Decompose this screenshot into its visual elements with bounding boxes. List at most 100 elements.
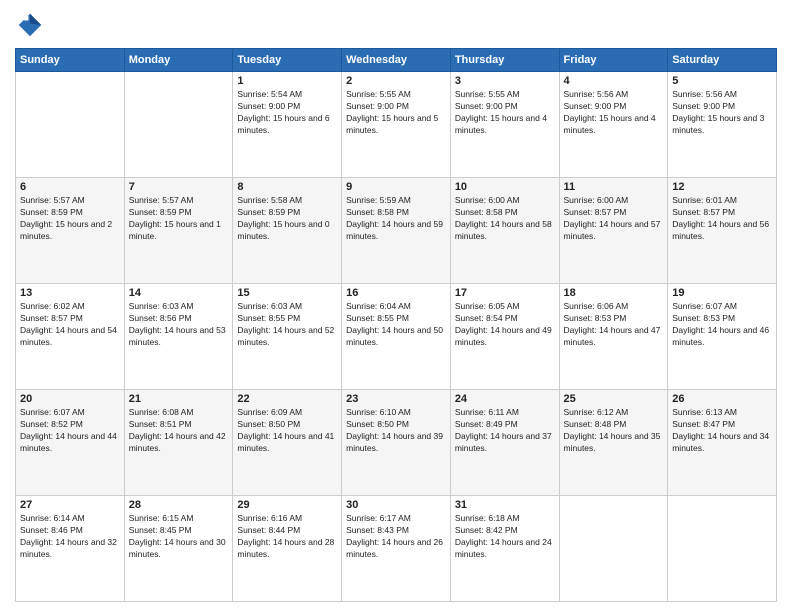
day-info: Sunrise: 6:16 AM Sunset: 8:44 PM Dayligh…: [237, 513, 337, 561]
calendar-cell: [124, 72, 233, 178]
day-number: 17: [455, 287, 555, 299]
day-info: Sunrise: 6:00 AM Sunset: 8:57 PM Dayligh…: [564, 195, 664, 243]
day-info: Sunrise: 6:07 AM Sunset: 8:53 PM Dayligh…: [672, 301, 772, 349]
day-number: 2: [346, 75, 446, 87]
calendar-cell: 1 Sunrise: 5:54 AM Sunset: 9:00 PM Daylig…: [233, 72, 342, 178]
day-header-saturday: Saturday: [668, 49, 777, 72]
calendar-cell: 9Sunrise: 5:59 AM Sunset: 8:58 PM Daylig…: [342, 178, 451, 284]
day-number: 27: [20, 499, 120, 511]
day-number: 14: [129, 287, 229, 299]
day-header-tuesday: Tuesday: [233, 49, 342, 72]
calendar-cell: 19 Sunrise: 6:07 AM Sunset: 8:53 PM Dayli…: [668, 284, 777, 390]
day-number: 23: [346, 393, 446, 405]
day-number: 28: [129, 499, 229, 511]
day-number: 18: [564, 287, 664, 299]
week-row-2: 6 Sunrise: 5:57 AM Sunset: 8:59 PM Daylig…: [16, 178, 777, 284]
day-number: 3: [455, 75, 555, 87]
day-number: 19: [672, 287, 772, 299]
page: SundayMondayTuesdayWednesdayThursdayFrid…: [0, 0, 792, 612]
day-number: 1: [237, 75, 337, 87]
calendar-header-row: SundayMondayTuesdayWednesdayThursdayFrid…: [16, 49, 777, 72]
day-number: 31: [455, 499, 555, 511]
day-info: Sunrise: 6:07 AM Sunset: 8:52 PM Dayligh…: [20, 407, 120, 455]
calendar-cell: [16, 72, 125, 178]
day-info: Sunrise: 6:04 AM Sunset: 8:55 PM Dayligh…: [346, 301, 446, 349]
calendar-cell: 14 Sunrise: 6:03 AM Sunset: 8:56 PM Dayli…: [124, 284, 233, 390]
calendar-cell: 20 Sunrise: 6:07 AM Sunset: 8:52 PM Dayli…: [16, 390, 125, 496]
day-number: 20: [20, 393, 120, 405]
calendar-cell: [559, 496, 668, 602]
day-info: Sunrise: 6:12 AM Sunset: 8:48 PM Dayligh…: [564, 407, 664, 455]
calendar-cell: 24Sunrise: 6:11 AM Sunset: 8:49 PM Dayli…: [450, 390, 559, 496]
calendar-cell: 30Sunrise: 6:17 AM Sunset: 8:43 PM Dayli…: [342, 496, 451, 602]
calendar-cell: 31 Sunrise: 6:18 AM Sunset: 8:42 PM Dayli…: [450, 496, 559, 602]
day-info: Sunrise: 6:14 AM Sunset: 8:46 PM Dayligh…: [20, 513, 120, 561]
day-info: Sunrise: 6:03 AM Sunset: 8:56 PM Dayligh…: [129, 301, 229, 349]
day-number: 22: [237, 393, 337, 405]
calendar-cell: 12 Sunrise: 6:01 AM Sunset: 8:57 PM Dayli…: [668, 178, 777, 284]
day-number: 9: [346, 181, 446, 193]
day-number: 25: [564, 393, 664, 405]
day-number: 26: [672, 393, 772, 405]
week-row-5: 27 Sunrise: 6:14 AM Sunset: 8:46 PM Dayli…: [16, 496, 777, 602]
day-info: Sunrise: 6:13 AM Sunset: 8:47 PM Dayligh…: [672, 407, 772, 455]
day-number: 30: [346, 499, 446, 511]
calendar-cell: 8 Sunrise: 5:58 AM Sunset: 8:59 PM Daylig…: [233, 178, 342, 284]
day-info: Sunrise: 5:54 AM Sunset: 9:00 PM Dayligh…: [237, 89, 337, 137]
day-info: Sunrise: 6:18 AM Sunset: 8:42 PM Dayligh…: [455, 513, 555, 561]
day-info: Sunrise: 6:01 AM Sunset: 8:57 PM Dayligh…: [672, 195, 772, 243]
day-info: Sunrise: 6:03 AM Sunset: 8:55 PM Dayligh…: [237, 301, 337, 349]
day-info: Sunrise: 5:58 AM Sunset: 8:59 PM Dayligh…: [237, 195, 337, 243]
header: [15, 10, 777, 40]
day-header-thursday: Thursday: [450, 49, 559, 72]
calendar-cell: 2 Sunrise: 5:55 AM Sunset: 9:00 PM Daylig…: [342, 72, 451, 178]
day-info: Sunrise: 5:55 AM Sunset: 9:00 PM Dayligh…: [455, 89, 555, 137]
day-number: 6: [20, 181, 120, 193]
day-info: Sunrise: 6:08 AM Sunset: 8:51 PM Dayligh…: [129, 407, 229, 455]
day-info: Sunrise: 6:06 AM Sunset: 8:53 PM Dayligh…: [564, 301, 664, 349]
week-row-3: 13 Sunrise: 6:02 AM Sunset: 8:57 PM Dayli…: [16, 284, 777, 390]
calendar-cell: 11Sunrise: 6:00 AM Sunset: 8:57 PM Dayli…: [559, 178, 668, 284]
day-info: Sunrise: 5:57 AM Sunset: 8:59 PM Dayligh…: [20, 195, 120, 243]
day-info: Sunrise: 5:56 AM Sunset: 9:00 PM Dayligh…: [564, 89, 664, 137]
day-number: 13: [20, 287, 120, 299]
day-info: Sunrise: 5:55 AM Sunset: 9:00 PM Dayligh…: [346, 89, 446, 137]
calendar-cell: 28 Sunrise: 6:15 AM Sunset: 8:45 PM Dayli…: [124, 496, 233, 602]
day-info: Sunrise: 5:57 AM Sunset: 8:59 PM Dayligh…: [129, 195, 229, 243]
week-row-1: 1 Sunrise: 5:54 AM Sunset: 9:00 PM Daylig…: [16, 72, 777, 178]
calendar-cell: 16Sunrise: 6:04 AM Sunset: 8:55 PM Dayli…: [342, 284, 451, 390]
day-header-wednesday: Wednesday: [342, 49, 451, 72]
calendar-cell: 27 Sunrise: 6:14 AM Sunset: 8:46 PM Dayli…: [16, 496, 125, 602]
calendar-table: SundayMondayTuesdayWednesdayThursdayFrid…: [15, 48, 777, 602]
day-header-friday: Friday: [559, 49, 668, 72]
day-info: Sunrise: 6:10 AM Sunset: 8:50 PM Dayligh…: [346, 407, 446, 455]
calendar-cell: 15Sunrise: 6:03 AM Sunset: 8:55 PM Dayli…: [233, 284, 342, 390]
calendar-cell: 18 Sunrise: 6:06 AM Sunset: 8:53 PM Dayli…: [559, 284, 668, 390]
day-info: Sunrise: 6:15 AM Sunset: 8:45 PM Dayligh…: [129, 513, 229, 561]
day-info: Sunrise: 5:56 AM Sunset: 9:00 PM Dayligh…: [672, 89, 772, 137]
calendar-cell: 6 Sunrise: 5:57 AM Sunset: 8:59 PM Daylig…: [16, 178, 125, 284]
day-number: 12: [672, 181, 772, 193]
calendar-cell: 4Sunrise: 5:56 AM Sunset: 9:00 PM Daylig…: [559, 72, 668, 178]
calendar-cell: 3 Sunrise: 5:55 AM Sunset: 9:00 PM Daylig…: [450, 72, 559, 178]
day-number: 5: [672, 75, 772, 87]
calendar-cell: 22 Sunrise: 6:09 AM Sunset: 8:50 PM Dayli…: [233, 390, 342, 496]
day-number: 8: [237, 181, 337, 193]
day-info: Sunrise: 6:09 AM Sunset: 8:50 PM Dayligh…: [237, 407, 337, 455]
day-info: Sunrise: 6:05 AM Sunset: 8:54 PM Dayligh…: [455, 301, 555, 349]
week-row-4: 20 Sunrise: 6:07 AM Sunset: 8:52 PM Dayli…: [16, 390, 777, 496]
calendar-cell: 7 Sunrise: 5:57 AM Sunset: 8:59 PM Daylig…: [124, 178, 233, 284]
calendar-cell: 5 Sunrise: 5:56 AM Sunset: 9:00 PM Daylig…: [668, 72, 777, 178]
logo-icon: [15, 10, 45, 40]
day-number: 29: [237, 499, 337, 511]
calendar-cell: 17 Sunrise: 6:05 AM Sunset: 8:54 PM Dayli…: [450, 284, 559, 390]
logo: [15, 10, 49, 40]
day-header-sunday: Sunday: [16, 49, 125, 72]
calendar-cell: 10Sunrise: 6:00 AM Sunset: 8:58 PM Dayli…: [450, 178, 559, 284]
calendar-cell: [668, 496, 777, 602]
day-number: 7: [129, 181, 229, 193]
day-info: Sunrise: 6:02 AM Sunset: 8:57 PM Dayligh…: [20, 301, 120, 349]
day-number: 10: [455, 181, 555, 193]
day-info: Sunrise: 6:11 AM Sunset: 8:49 PM Dayligh…: [455, 407, 555, 455]
day-header-monday: Monday: [124, 49, 233, 72]
